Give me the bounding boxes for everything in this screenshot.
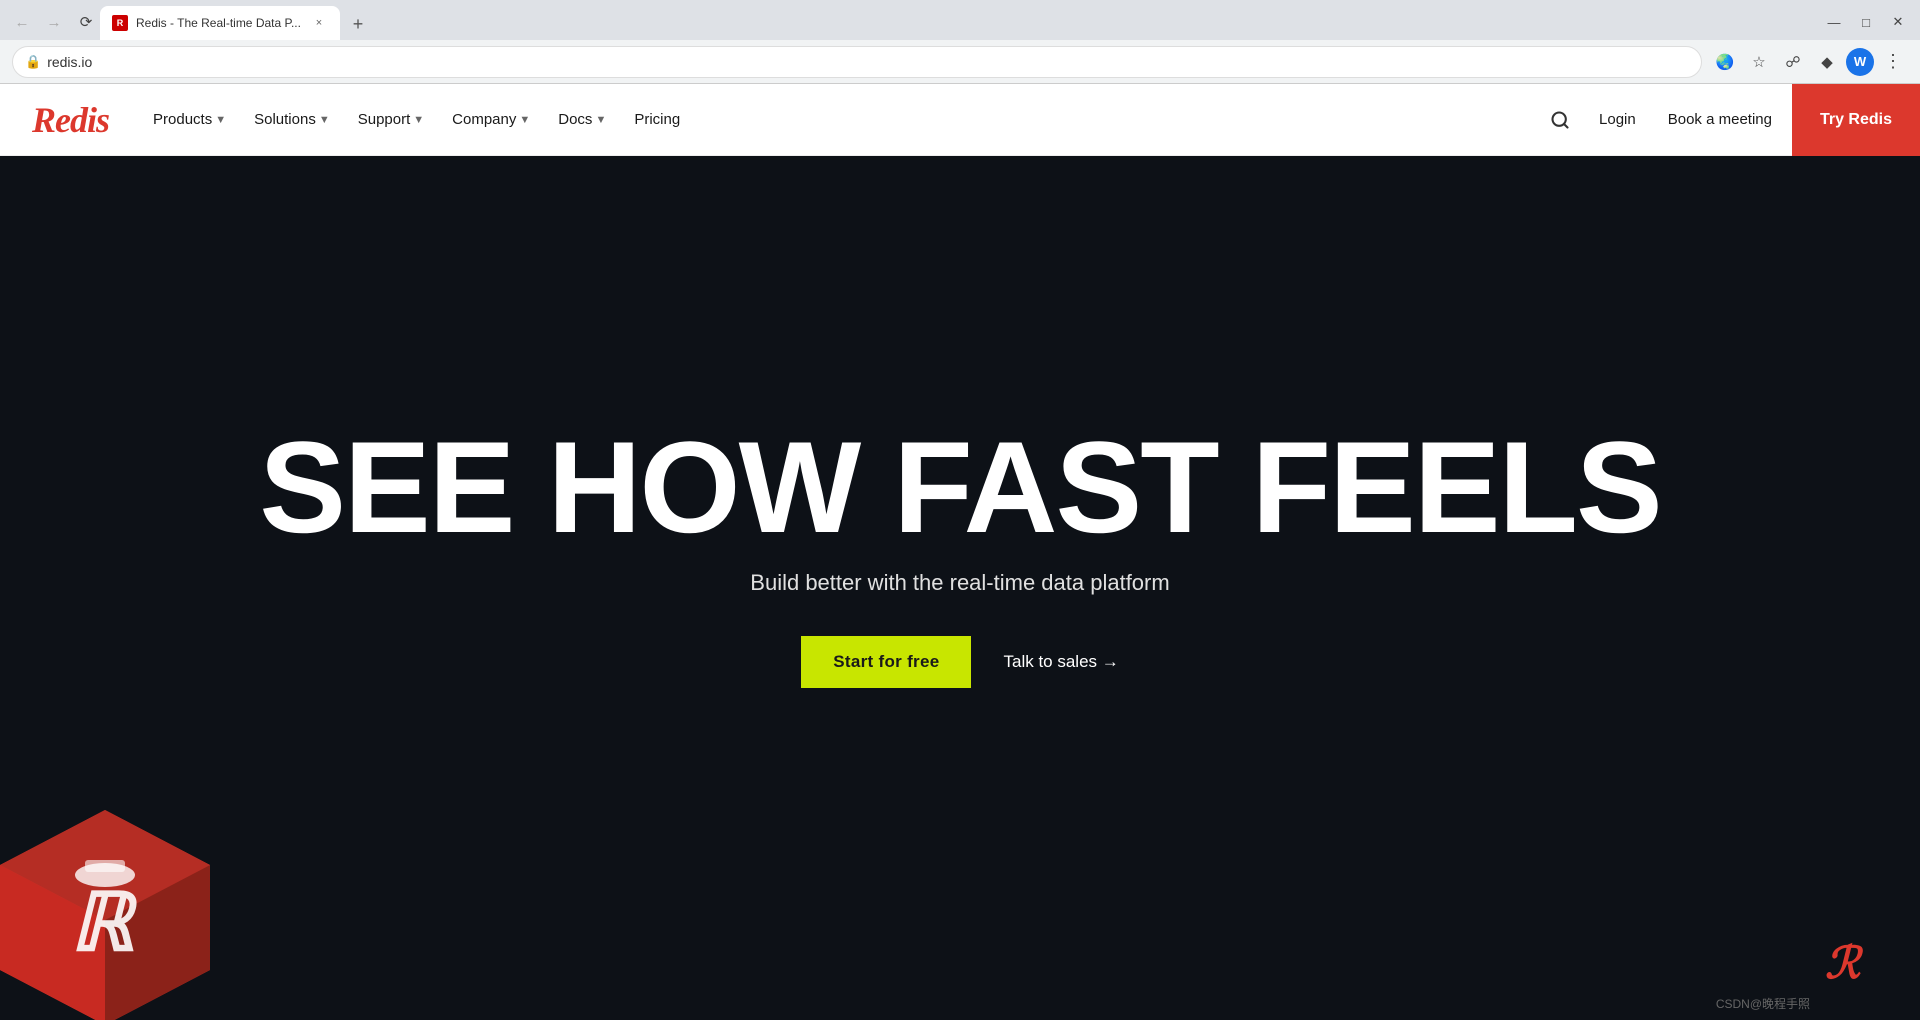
- nav-links: Products ▼ Solutions ▼ Support ▼ Company…: [141, 103, 1541, 136]
- nav-item-company[interactable]: Company ▼: [440, 103, 542, 136]
- active-tab[interactable]: R Redis - The Real-time Data P... ×: [100, 6, 340, 40]
- svg-text:ℛ: ℛ: [1825, 939, 1864, 988]
- site-logo[interactable]: Redis: [32, 99, 109, 141]
- nav-item-products[interactable]: Products ▼: [141, 103, 238, 136]
- address-bar[interactable]: 🔒 redis.io: [12, 46, 1702, 78]
- tab-favicon: R: [112, 15, 128, 31]
- login-button[interactable]: Login: [1587, 103, 1648, 136]
- hero-subtitle: Build better with the real-time data pla…: [750, 570, 1169, 596]
- hero-title: SEE HOW FAST FEELS: [259, 429, 1660, 546]
- tab-title: Redis - The Real-time Data P...: [136, 16, 302, 30]
- maximize-button[interactable]: □: [1852, 8, 1880, 36]
- nav-item-support[interactable]: Support ▼: [346, 103, 436, 136]
- close-window-button[interactable]: ✕: [1884, 8, 1912, 36]
- hero-section: SEE HOW FAST FEELS Build better with the…: [0, 156, 1920, 1020]
- chevron-down-icon: ▼: [215, 114, 226, 126]
- nav-item-pricing[interactable]: Pricing: [622, 103, 692, 136]
- tab-close-button[interactable]: ×: [310, 14, 328, 32]
- try-redis-button[interactable]: Try Redis: [1792, 84, 1920, 156]
- security-icon: 🔒: [25, 54, 41, 70]
- chevron-down-icon: ▼: [519, 114, 530, 126]
- nav-right-actions: Login Book a meeting Try Redis: [1541, 84, 1888, 156]
- profile-extension-icon[interactable]: ◆: [1812, 47, 1842, 77]
- refresh-button[interactable]: ⟳: [72, 8, 100, 36]
- redis-cube-decoration: ℝ: [0, 790, 230, 1020]
- minimize-button[interactable]: —: [1820, 8, 1848, 36]
- start-free-button[interactable]: Start for free: [801, 636, 971, 688]
- search-button[interactable]: [1541, 101, 1579, 139]
- watermark: CSDN@晚程手照: [1716, 995, 1810, 1012]
- redis-icon-decoration: ℛ: [1820, 930, 1880, 990]
- webpage-content: Redis Products ▼ Solutions ▼ Support ▼ C…: [0, 84, 1920, 1020]
- svg-text:ℝ: ℝ: [70, 878, 139, 967]
- hero-cta-group: Start for free Talk to sales →: [801, 636, 1119, 688]
- talk-to-sales-button[interactable]: Talk to sales →: [1003, 652, 1118, 672]
- chevron-down-icon: ▼: [413, 114, 424, 126]
- bookmark-icon[interactable]: ☆: [1744, 47, 1774, 77]
- profile-button[interactable]: W: [1846, 48, 1874, 76]
- browser-menu-button[interactable]: ⋮: [1878, 47, 1908, 77]
- chevron-down-icon: ▼: [319, 114, 330, 126]
- site-navigation: Redis Products ▼ Solutions ▼ Support ▼ C…: [0, 84, 1920, 156]
- chevron-down-icon: ▼: [595, 114, 606, 126]
- forward-button[interactable]: →: [40, 8, 68, 36]
- url-text: redis.io: [47, 54, 1689, 70]
- extension-icon[interactable]: ☍: [1778, 47, 1808, 77]
- new-tab-button[interactable]: +: [344, 10, 372, 38]
- nav-item-solutions[interactable]: Solutions ▼: [242, 103, 342, 136]
- back-button[interactable]: ←: [8, 8, 36, 36]
- nav-item-docs[interactable]: Docs ▼: [546, 103, 618, 136]
- book-meeting-button[interactable]: Book a meeting: [1656, 103, 1784, 136]
- translate-icon[interactable]: 🌏: [1710, 47, 1740, 77]
